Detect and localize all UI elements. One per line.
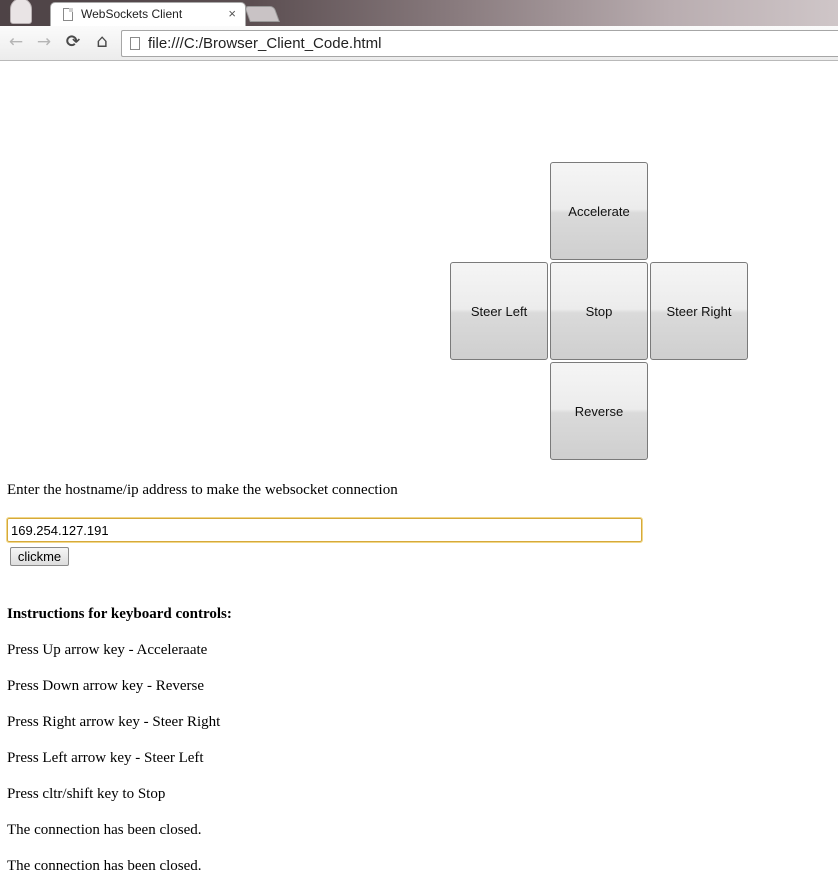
instruction-item: Press cltr/shift key to Stop [7,786,166,802]
forward-arrow-icon[interactable]: → [33,31,55,53]
browser-toolbar: ← → ⟳ ⌂ file:///C:/Browser_Client_Code.h… [0,26,838,61]
instructions-heading: Instructions for keyboard controls: [7,606,232,622]
back-arrow-icon[interactable]: ← [5,31,27,53]
window-titlebar: WebSockets Client × [0,0,838,26]
reload-icon[interactable]: ⟳ [62,31,84,53]
status-message: The connection has been closed. [7,858,202,874]
status-message: The connection has been closed. [7,822,202,838]
close-tab-icon[interactable]: × [228,6,236,21]
browser-tab[interactable]: WebSockets Client × [50,2,246,26]
home-icon[interactable]: ⌂ [91,31,113,53]
stop-button[interactable]: Stop [550,262,648,360]
instruction-item: Press Down arrow key - Reverse [7,678,205,694]
accelerate-button[interactable]: Accelerate [550,162,648,260]
instruction-item: Press Up arrow key - Acceleraate [7,642,208,658]
page-icon [63,8,73,21]
profile-avatar-icon[interactable] [10,0,32,24]
connect-button[interactable]: clickme [10,547,69,566]
connection-prompt: Enter the hostname/ip address to make th… [7,482,398,498]
address-bar[interactable]: file:///C:/Browser_Client_Code.html [121,30,838,57]
steer-left-button[interactable]: Steer Left [450,262,548,360]
new-tab-button[interactable] [244,6,280,22]
address-url[interactable]: file:///C:/Browser_Client_Code.html [148,35,381,52]
instruction-item: Press Left arrow key - Steer Left [7,750,204,766]
hostname-input[interactable] [6,517,643,543]
page-icon [130,37,140,50]
reverse-button[interactable]: Reverse [550,362,648,460]
instruction-item: Press Right arrow key - Steer Right [7,714,221,730]
steer-right-button[interactable]: Steer Right [650,262,748,360]
tab-title: WebSockets Client [81,7,183,21]
